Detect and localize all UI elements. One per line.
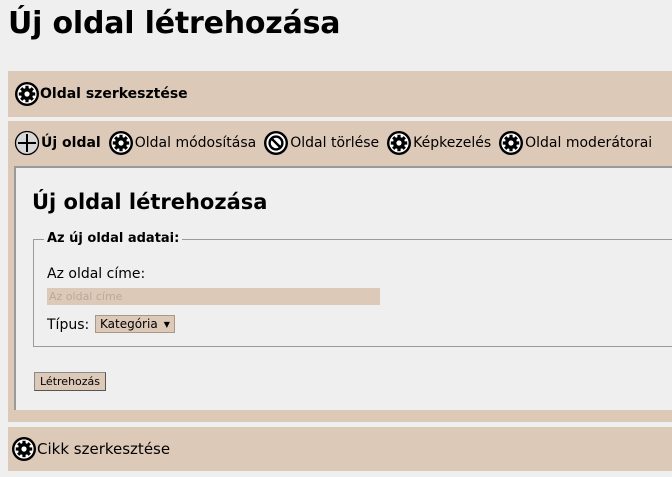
type-select[interactable]: Kategória ▼ <box>95 315 175 333</box>
article-edit-section-label: Cikk szerkesztése <box>37 440 171 458</box>
dropdown-arrow-icon: ▼ <box>163 319 170 329</box>
gear-icon <box>498 130 524 156</box>
plus-icon <box>14 130 40 156</box>
page-edit-section-header[interactable]: Oldal szerkesztése <box>8 71 672 117</box>
tab-page-moderators-label: Oldal moderátorai <box>525 135 653 151</box>
type-label: Típus: <box>47 317 90 333</box>
tab-page-moderators[interactable]: Oldal moderátorai <box>498 130 659 156</box>
fieldset-legend: Az új oldal adatai: <box>44 231 183 247</box>
no-entry-icon <box>263 130 289 156</box>
new-page-form-area: Új oldal létrehozása Az új oldal adatai:… <box>14 166 672 410</box>
page-title-label: Az oldal címe: <box>47 266 146 282</box>
gear-icon <box>386 130 412 156</box>
tab-image-management-label: Képkezelés <box>413 135 492 151</box>
tab-new-page-label: Új oldal <box>41 135 101 151</box>
tab-modify-page[interactable]: Oldal módosítása <box>108 130 264 156</box>
gear-icon <box>14 81 40 107</box>
page-title-input[interactable] <box>47 288 380 305</box>
tab-delete-page[interactable]: Oldal törlése <box>263 130 386 156</box>
tab-new-page[interactable]: Új oldal <box>14 130 108 156</box>
page-edit-section-label: Oldal szerkesztése <box>40 86 188 102</box>
gear-icon <box>108 130 134 156</box>
gear-icon <box>11 436 37 462</box>
page-title: Új oldal létrehozása <box>8 6 341 41</box>
type-select-value: Kategória <box>100 317 158 331</box>
page-edit-panel: Új oldal Oldal módosítása Oldal törlése … <box>8 121 672 422</box>
tab-image-management[interactable]: Képkezelés <box>386 130 498 156</box>
article-edit-section-header[interactable]: Cikk szerkesztése <box>8 427 672 471</box>
new-page-fieldset: Az új oldal adatai: Az oldal címe: Típus… <box>33 231 672 347</box>
tab-modify-page-label: Oldal módosítása <box>134 135 257 151</box>
create-button[interactable]: Létrehozás <box>34 372 107 391</box>
form-title: Új oldal létrehozása <box>32 190 268 214</box>
tab-delete-page-label: Oldal törlése <box>290 135 380 151</box>
tab-bar: Új oldal Oldal módosítása Oldal törlése … <box>14 130 659 156</box>
